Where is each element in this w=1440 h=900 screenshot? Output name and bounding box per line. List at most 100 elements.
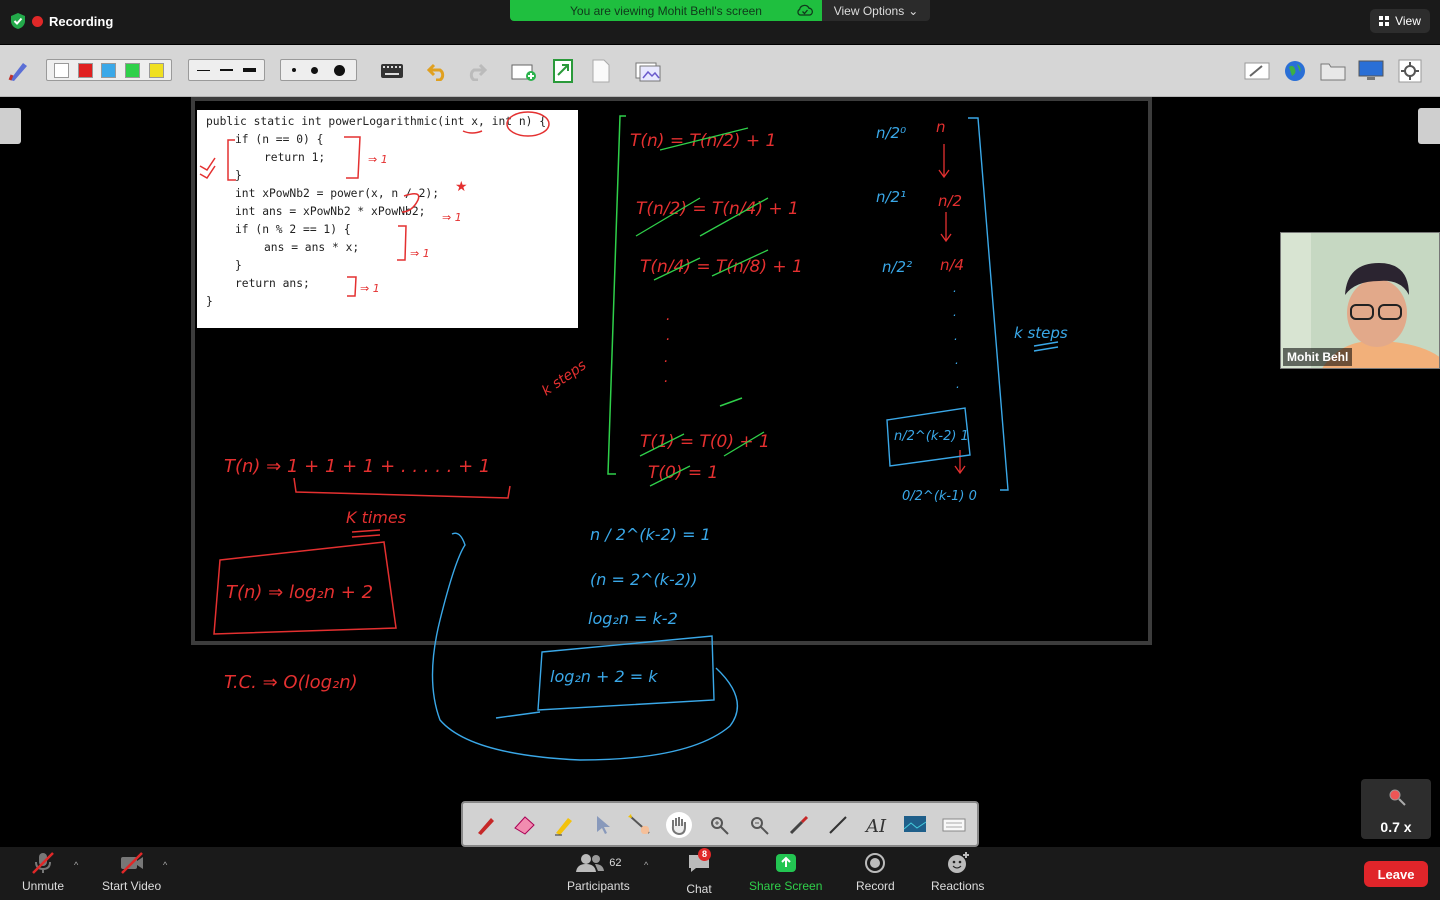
reactions-label: Reactions [931,879,985,893]
chevron-up-icon[interactable]: ^ [644,860,648,870]
zoom-out-icon[interactable] [746,812,772,838]
hand-icon[interactable] [666,812,692,838]
dot-large-option[interactable] [334,64,346,76]
image-icon[interactable] [902,812,928,838]
chevron-up-icon[interactable]: ^ [163,860,167,870]
chat-label: Chat [686,882,712,896]
code-line: if (n == 0) { [235,133,324,146]
highlighter-icon[interactable] [551,812,577,838]
start-video-label: Start Video [102,879,162,893]
dot-size-group [280,59,357,81]
globe-icon[interactable] [1282,58,1308,84]
view-button[interactable]: View [1370,9,1430,33]
dot-small-option[interactable] [291,68,296,72]
right-panel-toggle[interactable] [1418,108,1440,144]
export-page-icon[interactable] [550,58,576,84]
participants-icon [576,854,605,872]
keyboard-icon[interactable] [379,58,405,84]
color-green-swatch[interactable] [125,62,141,78]
keyboard-icon[interactable] [941,812,967,838]
share-screen-button[interactable]: Share Screen [749,851,822,893]
record-button[interactable]: Record [856,851,895,893]
line-thick-option[interactable] [243,68,256,72]
code-snippet: public static int powerLogarithmic(int x… [197,110,578,328]
magic-wand-icon[interactable] [627,812,653,838]
pen-icon[interactable] [473,812,499,838]
record-label: Record [856,879,895,893]
recording-indicator[interactable]: Recording [10,10,113,32]
monitor-icon[interactable] [1358,58,1384,84]
svg-text:AI: AI [864,816,887,836]
derivation-result: log₂n + 2 = k [550,667,658,686]
text-icon[interactable]: AI [863,812,889,838]
line-medium-option[interactable] [220,69,233,71]
leave-button[interactable]: Leave [1364,861,1428,887]
zoom-value: 0.7 x [1380,819,1412,835]
share-screen-icon [775,854,796,872]
chat-badge: 8 [698,848,712,861]
participant-name: Mohit Behl [1283,348,1353,366]
participant-video[interactable]: Mohit Behl [1280,232,1440,369]
reactions-icon [947,852,969,873]
code-line: } [235,169,242,182]
grid-view-icon [1379,15,1390,26]
start-video-button[interactable]: Start Video [102,851,161,893]
record-icon [865,853,886,873]
muted-mic-icon [32,852,54,874]
chevron-down-icon: ⌄ [908,3,919,18]
color-yellow-swatch[interactable] [148,62,164,78]
drawing-tools-dock: AI [461,801,979,847]
line-thin-option[interactable] [197,69,210,71]
zoom-in-icon[interactable] [706,812,732,838]
view-label: View [1395,14,1421,28]
zoom-indicator[interactable]: 0.7 x [1361,779,1431,839]
code-line: } [235,259,242,272]
gallery-icon[interactable] [635,58,661,84]
chevron-up-icon[interactable]: ^ [74,860,78,870]
participant-count: 62 [609,857,622,869]
reactions-button[interactable]: Reactions [931,851,984,893]
add-page-icon[interactable] [511,58,537,84]
redo-icon[interactable] [463,58,489,84]
pen-settings-icon[interactable] [6,58,32,84]
code-line: return ans; [235,277,310,290]
time-complexity: T.C. ⇒ O(log₂n) [224,672,358,693]
view-options-button[interactable]: View Options ⌄ [822,0,930,21]
view-options-label: View Options [833,3,905,18]
line-width-group [188,59,265,81]
viewing-banner: You are viewing Mohit Behl's screen [510,0,822,21]
code-line: } [206,295,213,308]
page-icon[interactable] [588,58,614,84]
dot-medium-option[interactable] [311,66,319,74]
code-line: public static int powerLogarithmic(int x… [206,115,547,128]
undo-icon[interactable] [425,58,451,84]
code-line: return 1; [264,151,326,164]
unmute-label: Unmute [22,879,65,893]
annotation-toolbar [0,45,1440,97]
edit-icon[interactable] [1244,58,1270,84]
magnifier-icon [1389,789,1406,806]
shield-icon [11,13,25,29]
color-blue-swatch[interactable] [101,62,117,78]
line-icon[interactable] [825,812,851,838]
eraser-icon[interactable] [512,812,538,838]
chat-button[interactable]: 8 Chat [686,848,712,896]
color-white-swatch[interactable] [54,62,70,78]
participants-button[interactable]: 62 Participants [567,851,630,893]
folder-icon[interactable] [1320,58,1346,84]
brush-icon[interactable] [786,812,812,838]
banner-text: You are viewing Mohit Behl's screen [570,3,762,18]
cloud-icon [797,4,813,16]
code-line: int xPowNb2 = power(x, n / 2); [235,187,440,200]
unmute-button[interactable]: Unmute [22,851,64,893]
settings-icon[interactable] [1397,58,1423,84]
left-panel-toggle[interactable] [0,108,21,144]
pointer-icon[interactable] [590,812,616,838]
meeting-controls-bar: Unmute ^ Start Video ^ 62 Participants ^… [0,847,1440,900]
color-palette [46,59,172,81]
code-line: if (n % 2 == 1) { [235,223,351,236]
code-line: int ans = xPowNb2 * xPowNb2; [235,205,426,218]
code-line: ans = ans * x; [264,241,360,254]
color-red-swatch[interactable] [77,62,93,78]
record-dot-icon [32,15,43,27]
